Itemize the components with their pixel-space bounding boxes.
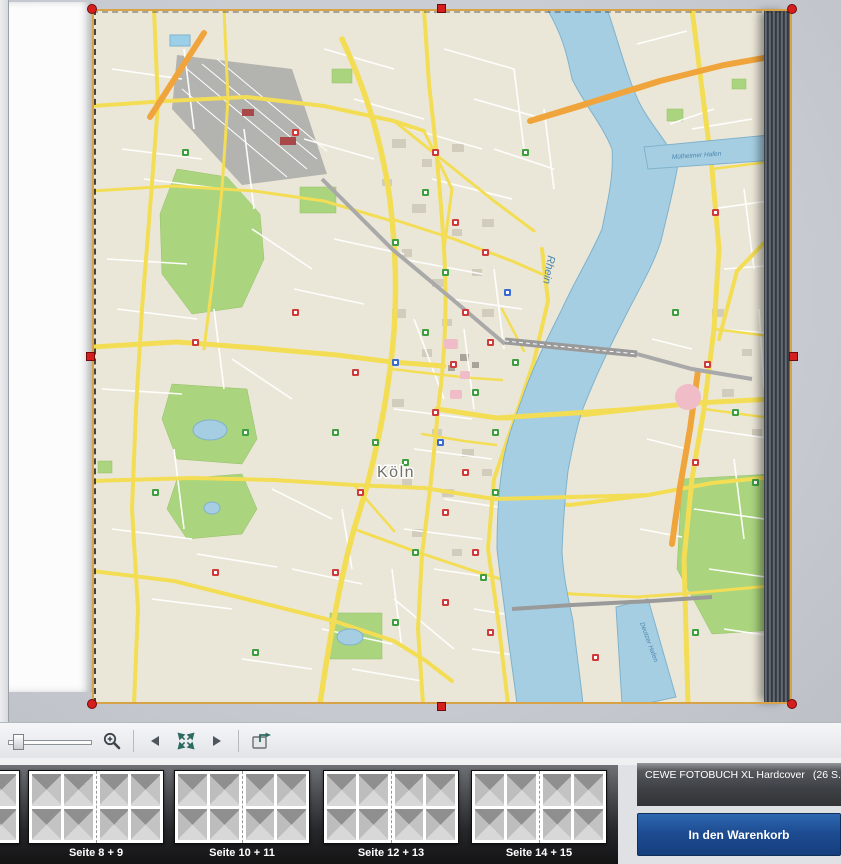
thumbnail-page [391, 771, 459, 843]
photo-placeholder [543, 774, 572, 806]
spread-thumbnail[interactable] [323, 770, 459, 844]
add-to-cart-button[interactable]: In den Warenkorb [637, 813, 841, 856]
view-toolbar [0, 722, 841, 758]
thumbnail-page [539, 771, 607, 843]
next-spread-button[interactable] [204, 727, 230, 755]
photo-placeholder [178, 774, 207, 806]
spread-label: Seite 12 + 13 [323, 847, 459, 859]
photo-placeholder [475, 774, 504, 806]
selection-handle-bottom-middle[interactable] [437, 702, 446, 711]
photo-placeholder [131, 774, 160, 806]
vertical-scrollbar[interactable] [0, 0, 9, 722]
photo-placeholder [0, 809, 16, 841]
thumbnail-page [472, 771, 539, 843]
photo-placeholder [0, 774, 16, 806]
product-name: CEWE FOTOBUCH XL Hardcover [645, 769, 805, 781]
thumbnail-page [242, 771, 310, 843]
thumbnail-page [96, 771, 164, 843]
photo-placeholder [32, 809, 61, 841]
selection-handle-top-middle[interactable] [437, 4, 446, 13]
spread-label: Seite 14 + 15 [471, 847, 607, 859]
toolbar-separator [238, 730, 239, 752]
photo-placeholder [395, 809, 424, 841]
previous-spread-button[interactable] [142, 727, 168, 755]
photo-placeholder [507, 809, 536, 841]
fit-to-window-button[interactable] [173, 727, 199, 755]
photo-placeholder [277, 774, 306, 806]
spread-label: Seite 10 + 11 [174, 847, 310, 859]
spread-thumbnail[interactable] [471, 770, 607, 844]
page-filmstrip: Seite 8 + 9 Seite 10 + 11 Seite 12 + 13 … [0, 765, 618, 864]
selection-handle-top-right[interactable] [787, 4, 797, 14]
photo-placeholder [277, 809, 306, 841]
arrow-left-icon [151, 736, 159, 746]
spread-thumbnail[interactable] [174, 770, 310, 844]
bottom-bar: Seite 8 + 9 Seite 10 + 11 Seite 12 + 13 … [0, 765, 841, 864]
selection-handle-middle-left[interactable] [86, 352, 95, 361]
thumbnail-page [29, 771, 96, 843]
product-page-count: (26 S.) [813, 769, 841, 781]
photo-placeholder [210, 809, 239, 841]
photo-placeholder [574, 774, 603, 806]
photo-placeholder [327, 774, 356, 806]
thumbnail-page [0, 771, 19, 843]
selection-handle-top-left[interactable] [87, 4, 97, 14]
spread-thumbnail[interactable] [28, 770, 164, 844]
photo-placeholder [395, 774, 424, 806]
photo-placeholder [359, 774, 388, 806]
arrow-right-icon [213, 736, 221, 746]
photo-placeholder [359, 809, 388, 841]
selected-photo-frame: Köln Rhein Mülheimer Hafen Deutzer Hafen [92, 9, 792, 704]
selection-border [92, 9, 792, 704]
thumbnail-page [324, 771, 391, 843]
selection-handle-bottom-right[interactable] [787, 699, 797, 709]
photo-placeholder [64, 774, 93, 806]
photo-placeholder [100, 809, 129, 841]
zoom-slider[interactable] [6, 730, 94, 752]
spread-preview-button[interactable] [247, 727, 279, 755]
photo-placeholder [64, 809, 93, 841]
product-info-bar: CEWE FOTOBUCH XL Hardcover (26 S.) [637, 763, 841, 806]
editor-canvas: Köln Rhein Mülheimer Hafen Deutzer Hafen [0, 0, 841, 722]
photo-placeholder [426, 774, 455, 806]
thumbnail-page [175, 771, 242, 843]
photo-placeholder [507, 774, 536, 806]
left-page-blank[interactable] [9, 2, 92, 692]
photo-placeholder [246, 809, 275, 841]
zoom-button[interactable] [99, 727, 125, 755]
selection-handle-bottom-left[interactable] [87, 699, 97, 709]
spread-preview-icon [251, 731, 275, 751]
zoom-slider-handle[interactable] [13, 734, 24, 750]
magnifier-plus-icon [102, 731, 122, 751]
photo-placeholder [210, 774, 239, 806]
fit-to-window-icon [176, 731, 196, 751]
product-panel: CEWE FOTOBUCH XL Hardcover (26 S.) In den… [618, 765, 841, 864]
toolbar-separator [133, 730, 134, 752]
photo-placeholder [574, 809, 603, 841]
photo-placeholder [131, 809, 160, 841]
photo-placeholder [100, 774, 129, 806]
spread-thumbnail-partial[interactable] [0, 770, 20, 844]
photo-placeholder [327, 809, 356, 841]
photo-placeholder [178, 809, 207, 841]
photo-placeholder [32, 774, 61, 806]
photo-placeholder [543, 809, 572, 841]
photo-placeholder [475, 809, 504, 841]
photo-placeholder [426, 809, 455, 841]
spread-label: Seite 8 + 9 [28, 847, 164, 859]
selection-handle-middle-right[interactable] [789, 352, 798, 361]
photo-placeholder [246, 774, 275, 806]
